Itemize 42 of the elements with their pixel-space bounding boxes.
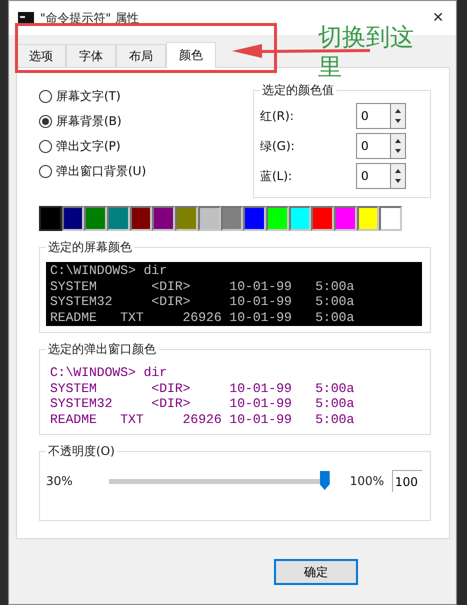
console-line: SYSTEM32 <DIR> 10-01-99 5:00a: [50, 396, 356, 412]
tab[interactable]: 布局: [116, 44, 166, 67]
radio-label: 屏幕背景(B): [56, 113, 122, 130]
radio-label: 弹出文字(P): [56, 138, 121, 155]
radio-label: 弹出窗口背景(U): [56, 163, 146, 180]
radio-button[interactable]: [39, 115, 52, 128]
group-title: 选定的弹出窗口颜色: [47, 341, 157, 358]
opacity-field[interactable]: 100: [392, 470, 422, 492]
field-label: 绿(G):: [260, 138, 295, 154]
radio-button[interactable]: [39, 90, 52, 103]
field-label: 蓝(L):: [260, 168, 292, 184]
console-line: SYSTEM <DIR> 10-01-99 5:00a: [50, 278, 356, 294]
console-line: README TXT 26926 10-01-99 5:00a: [50, 412, 356, 427]
tab[interactable]: 选项: [16, 44, 66, 67]
radio-button[interactable]: [39, 140, 52, 153]
console-line: README TXT 26926 10-01-99 5:00a: [50, 310, 356, 325]
close-button[interactable]: ✕: [428, 10, 448, 26]
slider-thumb[interactable]: [320, 471, 330, 490]
console-line: SYSTEM <DIR> 10-01-99 5:00a: [50, 380, 356, 396]
group-title: 选定的颜色值: [261, 82, 335, 99]
value-field[interactable]: 0: [356, 103, 390, 129]
value-field[interactable]: 0: [356, 163, 390, 189]
spin-arrows-icon[interactable]: [390, 163, 406, 189]
group-title: 不透明度(O): [47, 443, 116, 460]
radio-button[interactable]: [39, 165, 52, 178]
tab[interactable]: 颜色: [166, 42, 216, 68]
group-title: 选定的屏幕颜色: [47, 239, 133, 256]
console-icon: [18, 12, 34, 24]
spin-arrows-icon[interactable]: [390, 103, 406, 129]
value-field[interactable]: 0: [356, 133, 390, 159]
slider-max-label: 100%: [350, 474, 384, 488]
console-line: C:\WINDOWS> dir: [50, 263, 168, 278]
annotation-text: 切换到这 里: [318, 22, 415, 82]
color-swatch[interactable]: [39, 206, 62, 231]
console-line: C:\WINDOWS> dir: [50, 365, 168, 380]
radio-label: 屏幕文字(T): [56, 88, 121, 105]
slider-min-label: 30%: [46, 474, 73, 488]
console-line: SYSTEM32 <DIR> 10-01-99 5:00a: [50, 294, 356, 310]
tab[interactable]: 字体: [66, 44, 116, 67]
field-label: 红(R):: [260, 108, 294, 124]
ok-button[interactable]: 确定: [274, 559, 358, 585]
spin-arrows-icon[interactable]: [390, 133, 406, 159]
